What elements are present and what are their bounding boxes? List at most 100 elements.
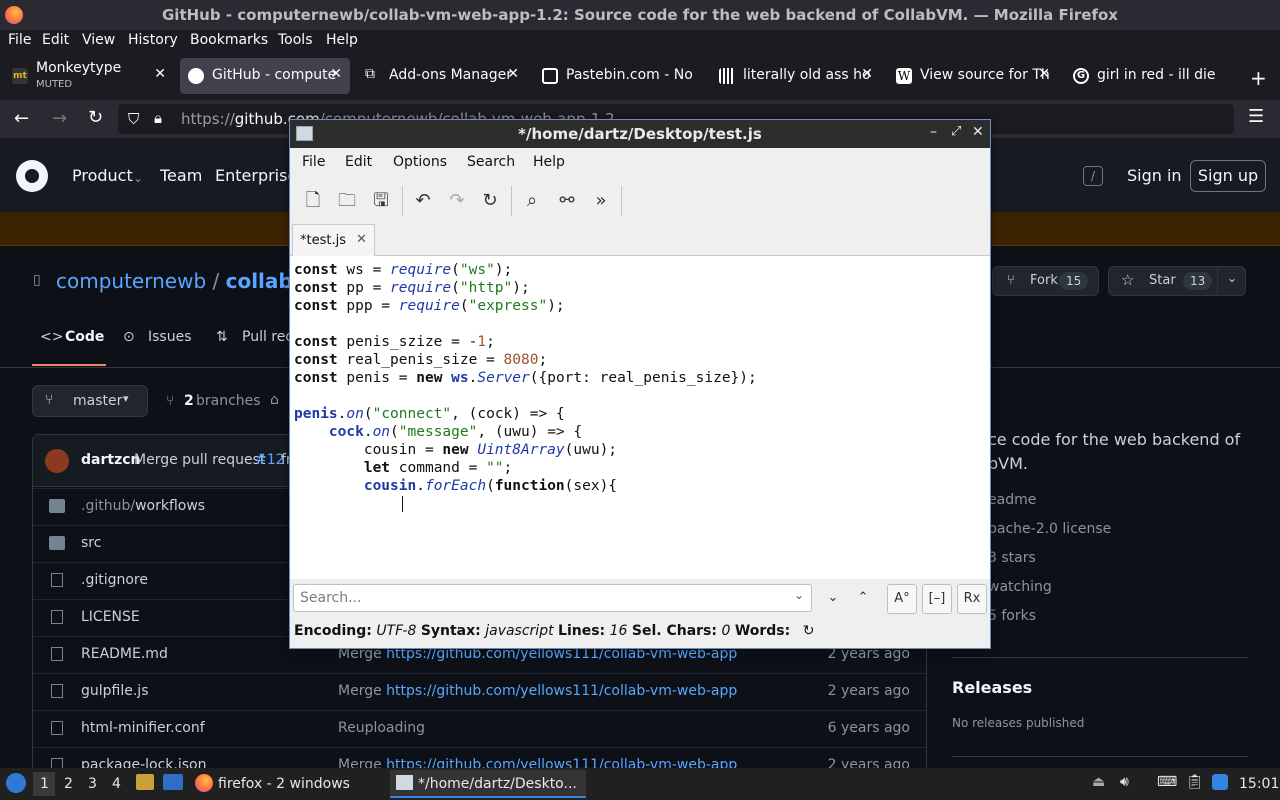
branches-count[interactable]: 2 <box>184 393 194 409</box>
find-previous-icon[interactable]: ⌃ <box>848 584 878 614</box>
github-logo-icon[interactable] <box>16 160 48 192</box>
reload-icon[interactable]: ↻ <box>88 107 103 128</box>
volume-icon[interactable]: 🔊︎ <box>1120 774 1129 790</box>
about-watching[interactable]: watching <box>988 579 1052 595</box>
go-to-icon[interactable]: » <box>588 188 614 214</box>
new-tab-icon[interactable]: + <box>1250 66 1267 90</box>
file-name[interactable]: .gitignore <box>81 572 148 588</box>
lock-icon[interactable]: 🔒︎ <box>154 109 162 127</box>
file-name[interactable]: LICENSE <box>81 609 140 625</box>
menu-bookmarks[interactable]: Bookmarks <box>190 32 268 48</box>
find-next-icon[interactable]: ⌄ <box>818 584 848 614</box>
about-license[interactable]: pache-2.0 license <box>988 521 1111 537</box>
editor-tab-test-js[interactable]: *test.js ✕ <box>292 224 375 256</box>
close-icon[interactable]: ✕ <box>861 66 873 82</box>
menu-edit[interactable]: Edit <box>42 32 69 48</box>
about-forks[interactable]: 5 forks <box>988 608 1036 624</box>
nav-product[interactable]: Product <box>72 166 133 185</box>
close-icon[interactable]: ✕ <box>330 66 342 82</box>
tab-github[interactable]: GitHub - compute ✕ <box>180 58 350 94</box>
tab-view-source[interactable]: W View source for Th ✕ <box>888 58 1058 94</box>
find-replace-icon[interactable]: ⚯ <box>554 188 580 214</box>
tab-code[interactable]: Code <box>65 329 104 345</box>
tab-addons[interactable]: ⧉ Add-ons Manager ✕ <box>357 58 527 94</box>
nav-enterprise[interactable]: Enterprise <box>215 166 297 185</box>
editor-menu-file[interactable]: File <box>302 154 325 170</box>
taskbar-firefox[interactable]: firefox - 2 windows <box>218 776 350 792</box>
file-name[interactable]: html-minifier.conf <box>81 720 205 736</box>
branch-select[interactable]: ⑂ master ▾ <box>32 385 148 417</box>
tab-monkeytype[interactable]: mt Monkeytype MUTED ✕ <box>4 58 174 94</box>
file-row[interactable]: html-minifier.conf Reuploading 6 years ago <box>33 710 926 747</box>
clipboard-icon[interactable]: 📋︎ <box>1186 774 1204 790</box>
redo-icon[interactable]: ↷ <box>444 188 470 214</box>
match-case-icon[interactable]: A° <box>887 584 917 614</box>
hamburger-menu-icon[interactable]: ☰ <box>1248 106 1264 127</box>
commit-author[interactable]: dartzcn <box>81 452 140 468</box>
new-document-icon[interactable]: 🗋︎ <box>300 188 326 214</box>
close-icon[interactable]: ✕ <box>1038 66 1050 82</box>
undo-icon[interactable]: ↶ <box>410 188 436 214</box>
close-icon[interactable]: ✕ <box>356 232 367 247</box>
taskbar-editor[interactable]: */home/dartz/Deskto... <box>418 776 577 792</box>
keyboard-icon[interactable]: ⌨ <box>1157 774 1177 790</box>
back-icon[interactable]: ← <box>14 108 29 129</box>
maximize-icon[interactable]: ⤢ <box>951 124 961 139</box>
tray-eject-icon[interactable]: ⏏ <box>1092 774 1105 790</box>
workspace-4[interactable]: 4 <box>112 776 121 792</box>
sign-in-link[interactable]: Sign in <box>1127 166 1182 185</box>
minimize-icon[interactable]: – <box>930 124 937 140</box>
star-button[interactable]: ☆ Star 13 ⌄ <box>1108 266 1246 296</box>
fork-button[interactable]: ⑂ Fork 15 <box>992 266 1099 296</box>
commit-link[interactable]: https://github.com/yellows111/collab-vm-… <box>386 683 737 699</box>
avatar[interactable] <box>45 449 69 473</box>
menu-file[interactable]: File <box>8 32 31 48</box>
reload-icon[interactable]: ↻ <box>477 188 503 214</box>
forward-icon[interactable]: → <box>52 108 67 129</box>
clock[interactable]: 15:01 <box>1239 776 1279 792</box>
menu-history[interactable]: History <box>128 32 178 48</box>
whole-word-icon[interactable]: [–] <box>922 584 952 614</box>
releases-heading[interactable]: Releases <box>952 678 1032 697</box>
nav-team[interactable]: Team <box>160 166 202 185</box>
file-name[interactable]: README.md <box>81 646 168 662</box>
file-name[interactable]: gulpfile.js <box>81 683 149 699</box>
start-menu-icon[interactable] <box>6 773 26 793</box>
tab-girl-in-red[interactable]: G girl in red - ill die ✕ <box>1065 58 1235 94</box>
updates-icon[interactable] <box>1212 774 1228 790</box>
code-text-area[interactable]: const ws = require("ws"); const pp = req… <box>290 256 990 579</box>
close-icon[interactable]: ✕ <box>507 66 519 82</box>
editor-menu-options[interactable]: Options <box>393 154 447 170</box>
editor-search-input[interactable]: Search... ⌄ <box>293 584 812 612</box>
workspace-2[interactable]: 2 <box>64 776 73 792</box>
about-readme[interactable]: eadme <box>988 492 1036 508</box>
shield-icon[interactable]: ⛉ <box>128 110 139 128</box>
file-commit-message[interactable]: Reuploading <box>338 720 425 736</box>
file-commit-message[interactable]: Merge https://github.com/yellows111/coll… <box>338 683 737 699</box>
encoding-value[interactable]: UTF-8 <box>376 623 416 639</box>
repo-owner-link[interactable]: computernewb <box>56 269 206 293</box>
file-name[interactable]: .github/workflows <box>81 498 205 514</box>
menu-view[interactable]: View <box>82 32 115 48</box>
workspace-1[interactable]: 1 <box>40 776 49 792</box>
about-stars[interactable]: 3 stars <box>988 550 1036 566</box>
open-folder-icon[interactable]: 🗀︎ <box>334 188 360 214</box>
regex-icon[interactable]: Rx <box>957 584 987 614</box>
chevron-down-icon[interactable]: ⌄ <box>1227 271 1237 285</box>
terminal-icon[interactable] <box>163 774 183 790</box>
tab-literally[interactable]: literally old ass ho ✕ <box>711 58 881 94</box>
menu-tools[interactable]: Tools <box>278 32 313 48</box>
tab-issues[interactable]: Issues <box>148 329 192 345</box>
refresh-count-icon[interactable]: ↻ <box>803 623 815 639</box>
commit-message[interactable]: Merge pull request <box>134 452 265 468</box>
editor-menu-search[interactable]: Search <box>467 154 515 170</box>
close-icon[interactable]: ✕ <box>972 124 984 140</box>
tab-pastebin[interactable]: Pastebin.com - No ✕ <box>534 58 704 94</box>
editor-menu-edit[interactable]: Edit <box>345 154 372 170</box>
save-icon[interactable]: 🖫︎ <box>368 188 394 214</box>
file-name[interactable]: src <box>81 535 101 551</box>
branches-link[interactable]: branches <box>196 393 261 409</box>
workspace-3[interactable]: 3 <box>88 776 97 792</box>
editor-menu-help[interactable]: Help <box>533 154 565 170</box>
sign-up-button[interactable]: Sign up <box>1190 160 1266 192</box>
